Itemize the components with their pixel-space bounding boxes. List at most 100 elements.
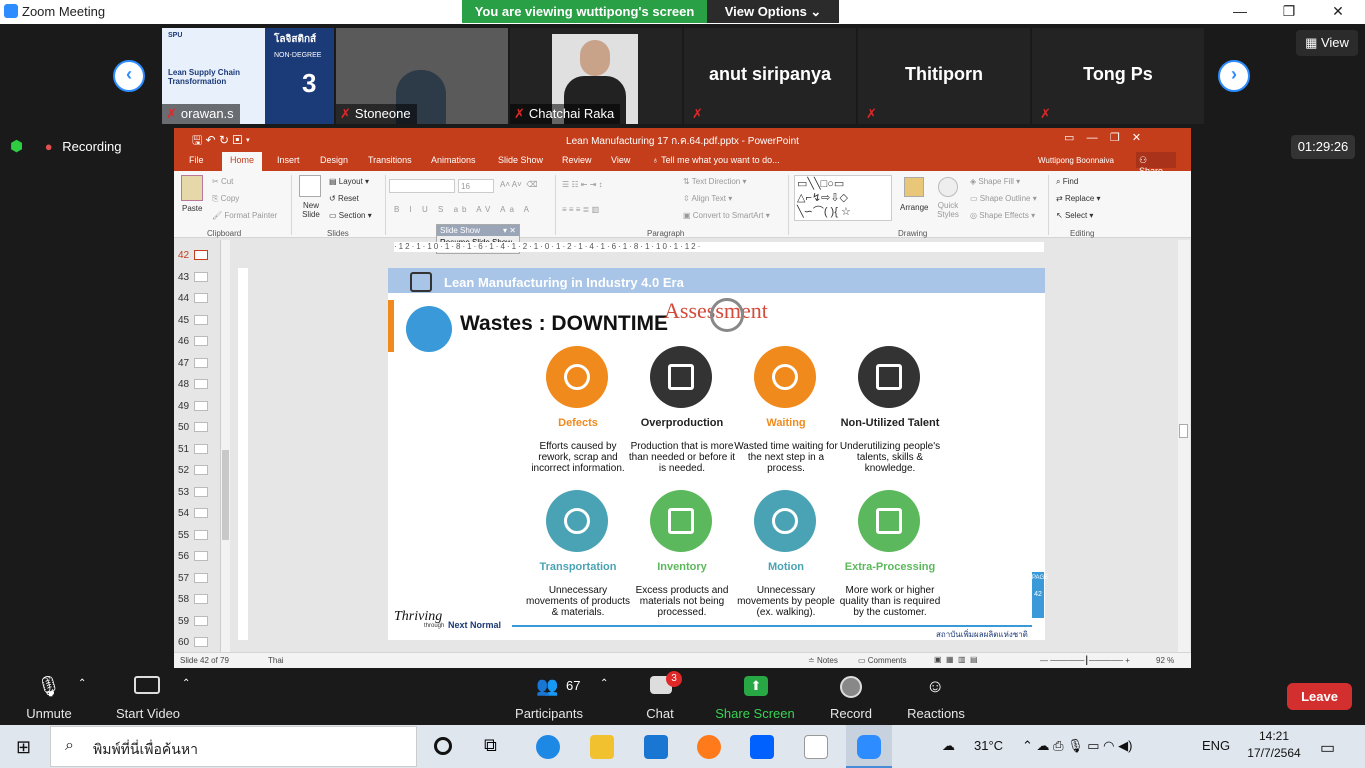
tab-review[interactable]: Review: [562, 155, 592, 165]
task-view-icon[interactable]: ⧉: [484, 735, 497, 756]
view-mode-icons[interactable]: ▣ ▦ ▥ ▤: [934, 655, 978, 664]
ppt-window-controls[interactable]: ▭ — ❐ ✕: [1064, 131, 1141, 144]
clock[interactable]: 14:21 17/7/2564: [1244, 729, 1304, 760]
file-explorer-icon[interactable]: [590, 735, 614, 759]
chat-button[interactable]: Chat: [612, 706, 708, 721]
audio-options-chevron[interactable]: ⌃: [78, 678, 86, 689]
new-slide-button[interactable]: New Slide: [296, 201, 326, 219]
tab-slideshow[interactable]: Slide Show: [498, 155, 543, 165]
font-grow-shrink-icons[interactable]: A˄ A˅ ⌫: [500, 180, 538, 189]
font-size-select[interactable]: 16: [458, 179, 494, 193]
video-tile-stoneone[interactable]: ✗ Stoneone: [336, 28, 508, 124]
replace-button[interactable]: ⇄ Replace ▾: [1056, 194, 1101, 203]
slide-canvas[interactable]: Lean Manufacturing in Industry 4.0 Era W…: [388, 268, 1048, 640]
weather-icon[interactable]: ☁: [942, 738, 955, 754]
new-slide-icon[interactable]: [299, 175, 321, 197]
comments-button[interactable]: ▭ Comments: [858, 656, 906, 665]
close-icon[interactable]: ▾ ✕: [503, 226, 516, 235]
participants-chevron[interactable]: ⌃: [600, 678, 608, 689]
arrange-button[interactable]: Arrange: [900, 203, 928, 212]
tell-me-box[interactable]: ♁ Tell me what you want to do...: [652, 155, 780, 165]
thumb-scrollbar[interactable]: [220, 240, 230, 652]
record-button[interactable]: Record: [803, 706, 899, 721]
find-button[interactable]: ⌕ Find: [1056, 177, 1078, 187]
align-text-button[interactable]: ⇳ Align Text ▾: [683, 194, 732, 203]
tray-icons[interactable]: ⌃ ☁ ⎙ 🎙 ▭ ◠ ◀): [1022, 738, 1132, 754]
zoom-taskbar-active[interactable]: [846, 725, 892, 768]
quick-styles-button[interactable]: Quick Styles: [934, 201, 962, 219]
gallery-next-button[interactable]: ›: [1218, 60, 1250, 92]
view-button[interactable]: ▦ View: [1296, 30, 1358, 56]
dropbox-icon[interactable]: [750, 735, 774, 759]
reactions-icon[interactable]: ☺: [926, 676, 944, 697]
video-options-chevron[interactable]: ⌃: [182, 678, 190, 689]
layout-button[interactable]: ▤ Layout ▾: [329, 177, 369, 186]
convert-smartart-button[interactable]: ▣ Convert to SmartArt ▾: [683, 211, 770, 220]
edge-icon[interactable]: [536, 735, 560, 759]
tab-animations[interactable]: Animations: [431, 155, 476, 165]
video-tile-thitiporn[interactable]: Thitiporn ✗: [858, 28, 1030, 124]
slide-scrollbar[interactable]: [1178, 240, 1190, 652]
list-icons[interactable]: ☰ ☷ ⇤ ⇥ ↕: [562, 180, 603, 189]
tab-home[interactable]: Home: [230, 155, 254, 165]
font-family-select[interactable]: [389, 179, 455, 193]
select-button[interactable]: ↖ Select ▾: [1056, 211, 1093, 220]
reset-button[interactable]: ↺ Reset: [329, 194, 359, 203]
video-off-icon[interactable]: [134, 676, 160, 694]
input-language[interactable]: ENG: [1202, 738, 1230, 753]
record-icon[interactable]: [840, 676, 862, 698]
tab-design[interactable]: Design: [320, 155, 348, 165]
unmute-button[interactable]: Unmute: [1, 706, 97, 721]
shape-outline-button[interactable]: ▭ Shape Outline ▾: [970, 194, 1037, 203]
share-screen-icon[interactable]: ⬆: [744, 676, 768, 696]
cut-button[interactable]: ✂ Cut: [212, 177, 233, 186]
mail-icon[interactable]: [644, 735, 668, 759]
paste-icon[interactable]: [181, 175, 203, 201]
maximize-icon[interactable]: ❐: [1279, 3, 1299, 20]
shapes-gallery[interactable]: ▭╲╲□○▭ △⌐↯⇨⇩◇ ╲∽⌒( ){ ☆: [794, 175, 892, 221]
mic-muted-icon[interactable]: 🎙: [36, 674, 61, 699]
video-tile-chatchai[interactable]: ✗ Chatchai Raka: [510, 28, 682, 124]
video-tile-anut[interactable]: anut siripanya ✗: [684, 28, 856, 124]
gallery-prev-button[interactable]: ‹: [113, 60, 145, 92]
shape-fill-button[interactable]: ◈ Shape Fill ▾: [970, 177, 1020, 186]
section-button[interactable]: ▭ Section ▾: [329, 211, 372, 220]
windows-start-icon[interactable]: ⊞: [16, 737, 31, 758]
notes-button[interactable]: ≐ Notes: [808, 656, 838, 665]
cortana-icon[interactable]: [434, 737, 452, 755]
tab-transitions[interactable]: Transitions: [368, 155, 412, 165]
shape-effects-button[interactable]: ◎ Shape Effects ▾: [970, 211, 1035, 220]
font-format-icons[interactable]: B I U S ab AV Aa A: [394, 205, 533, 214]
taskbar-search[interactable]: ⌕ พิมพ์ที่นี่เพื่อค้นหา: [50, 726, 417, 767]
reactions-button[interactable]: Reactions: [888, 706, 984, 721]
share-screen-button[interactable]: Share Screen: [707, 706, 803, 721]
view-options-button[interactable]: View Options ⌄: [707, 0, 839, 23]
temperature[interactable]: 31°C: [974, 738, 1003, 753]
arrange-icon[interactable]: [904, 177, 924, 197]
tab-file[interactable]: File: [189, 155, 204, 165]
copy-button[interactable]: ⎘ Copy: [212, 194, 239, 204]
amazon-icon[interactable]: [804, 735, 828, 759]
share-button[interactable]: ⚇ Share: [1136, 152, 1176, 176]
language-status[interactable]: Thai: [268, 656, 284, 665]
start-video-button[interactable]: Start Video: [100, 706, 196, 721]
participants-button[interactable]: Participants: [501, 706, 597, 721]
zoom-level[interactable]: 92 %: [1156, 656, 1174, 665]
video-tile-tong[interactable]: Tong Ps ✗: [1032, 28, 1204, 124]
zoom-slider[interactable]: — ──────┃────── +: [1040, 656, 1130, 665]
format-painter-button[interactable]: 🖌 Format Painter: [212, 211, 277, 220]
minimize-icon[interactable]: —: [1230, 3, 1250, 19]
video-tile-orawan[interactable]: SPU Lean Supply Chain Transformation โลจ…: [162, 28, 334, 124]
leave-button[interactable]: Leave: [1287, 683, 1352, 710]
quick-styles-icon[interactable]: [938, 177, 958, 197]
tab-view[interactable]: View: [611, 155, 630, 165]
text-direction-button[interactable]: ⇅ Text Direction ▾: [683, 177, 747, 186]
close-icon[interactable]: ✕: [1328, 3, 1348, 20]
inventory-icon: [650, 490, 712, 552]
notifications-icon[interactable]: ▭: [1320, 738, 1335, 758]
paste-button[interactable]: Paste: [182, 204, 202, 213]
participants-icon[interactable]: 👥: [536, 676, 558, 697]
align-icons[interactable]: ≡ ≡ ≡ ≣ ▥: [562, 205, 599, 214]
tab-insert[interactable]: Insert: [277, 155, 300, 165]
firefox-icon[interactable]: [697, 735, 721, 759]
